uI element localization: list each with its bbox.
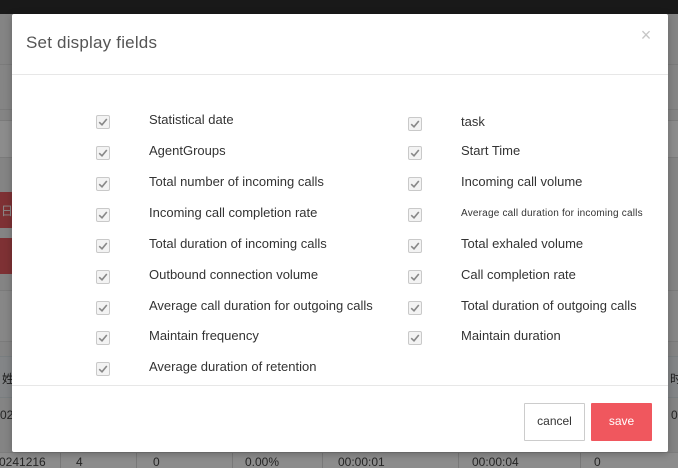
field-label: task (461, 114, 485, 129)
checkbox-total-exhaled-volume[interactable] (408, 239, 422, 253)
field-label: Statistical date (149, 112, 234, 127)
dialog-body: Statistical date AgentGroups Total numbe… (12, 75, 668, 385)
checkbox-start-time[interactable] (408, 146, 422, 160)
checkbox-total-outgoing-duration[interactable] (408, 301, 422, 315)
checkbox-avg-outgoing-duration[interactable] (96, 301, 110, 315)
field-label: Total duration of outgoing calls (461, 298, 637, 313)
field-label: Average call duration for incoming calls (461, 208, 643, 219)
checkbox-total-incoming-duration[interactable] (96, 239, 110, 253)
field-label: Call completion rate (461, 267, 576, 282)
checkbox-maintain-frequency[interactable] (96, 331, 110, 345)
checkbox-task[interactable] (408, 117, 422, 131)
dialog-header: Set display fields × (12, 14, 668, 75)
checkbox-incoming-call-volume[interactable] (408, 177, 422, 191)
checkbox-incoming-completion-rate[interactable] (96, 208, 110, 222)
checkbox-avg-incoming-duration[interactable] (408, 208, 422, 222)
field-label: Incoming call volume (461, 174, 583, 189)
checkbox-avg-retention-duration[interactable] (96, 362, 110, 376)
field-label: Total exhaled volume (461, 236, 584, 251)
cancel-button[interactable]: cancel (524, 403, 585, 441)
display-fields-dialog: Set display fields × Statistical date Ag… (12, 14, 668, 452)
close-icon[interactable]: × (637, 26, 655, 44)
field-label: Total duration of incoming calls (149, 236, 327, 251)
dialog-footer: cancel save (12, 385, 668, 453)
checkbox-total-incoming-calls[interactable] (96, 177, 110, 191)
field-label: Maintain frequency (149, 328, 259, 343)
checkbox-outbound-connection-volume[interactable] (96, 270, 110, 284)
field-label: AgentGroups (149, 143, 226, 158)
dialog-title: Set display fields (26, 33, 158, 52)
checkbox-statistical-date[interactable] (96, 115, 110, 129)
field-label: Average duration of retention (149, 359, 317, 374)
field-label: Total number of incoming calls (149, 174, 324, 189)
checkbox-agent-groups[interactable] (96, 146, 110, 160)
field-label: Maintain duration (461, 328, 561, 343)
save-button[interactable]: save (591, 403, 652, 441)
field-label: Average call duration for outgoing calls (149, 298, 373, 313)
field-label: Start Time (461, 143, 521, 158)
checkbox-call-completion-rate[interactable] (408, 270, 422, 284)
field-label: Outbound connection volume (149, 267, 319, 282)
app-page: 日 姓 时 02 0 0241216 4 0 0.00% 00:00:01 00… (0, 0, 678, 468)
field-label: Incoming call completion rate (149, 205, 318, 220)
checkbox-maintain-duration[interactable] (408, 331, 422, 345)
